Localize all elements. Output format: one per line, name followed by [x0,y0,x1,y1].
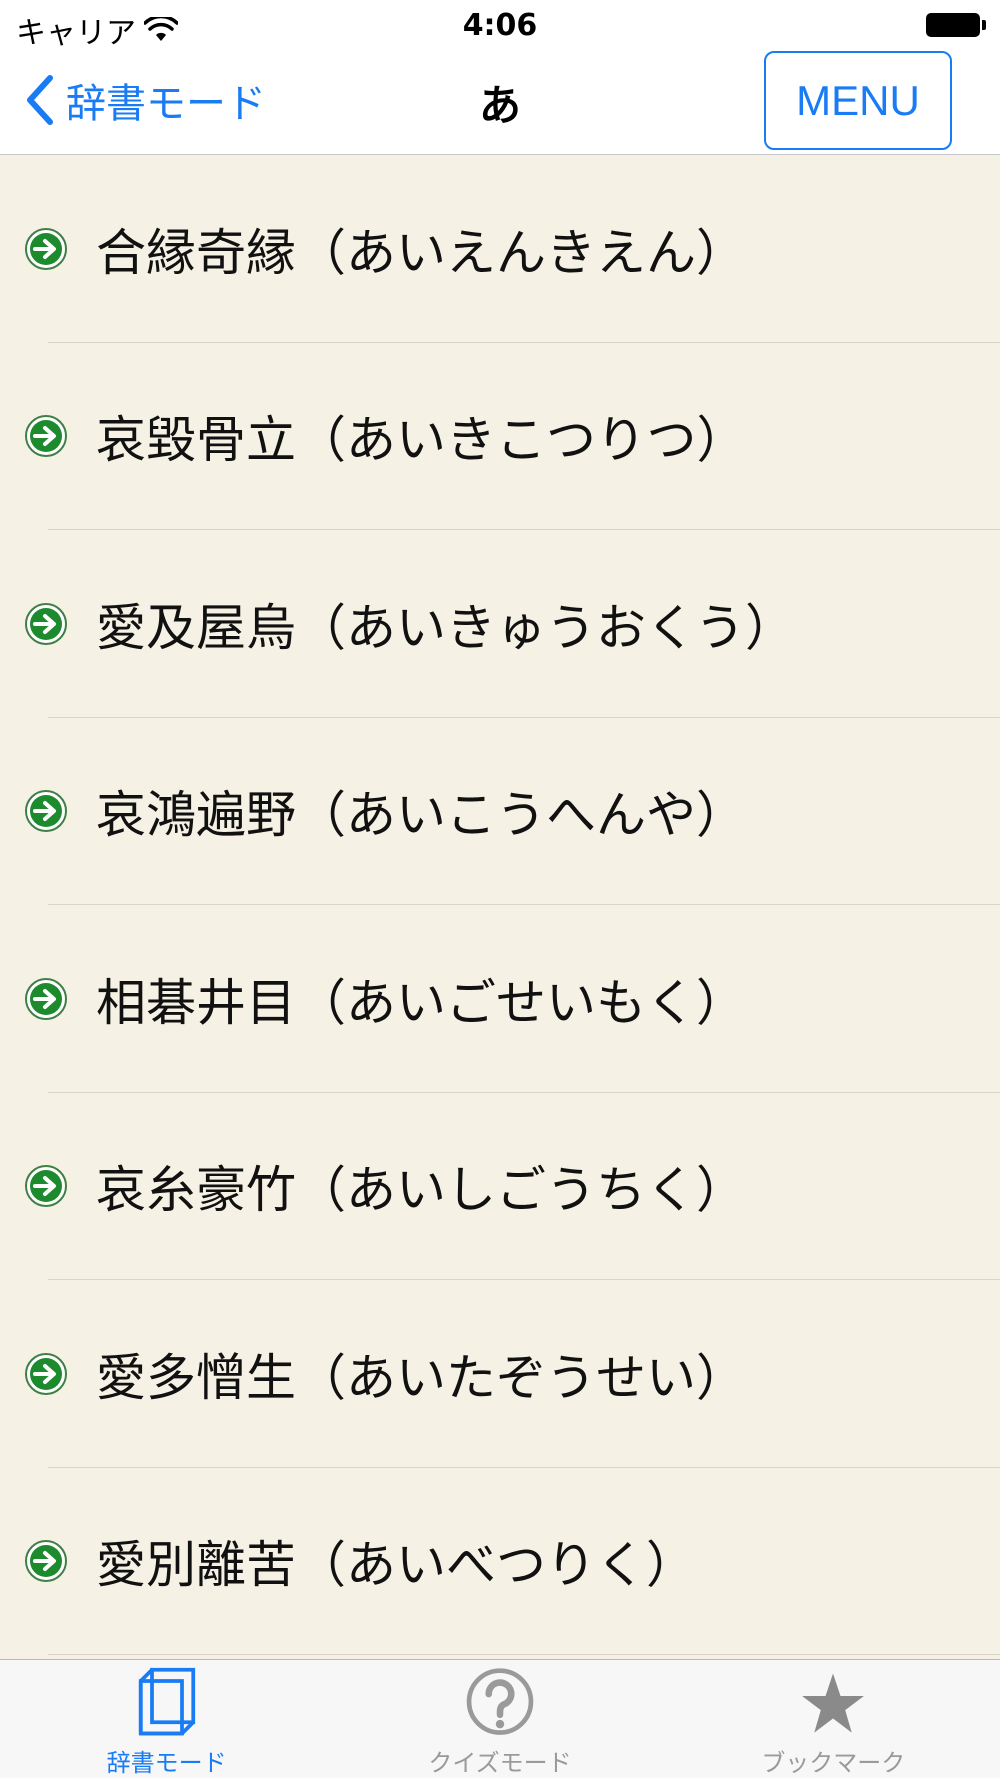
list-item-label: 相碁井目（あいごせいもく） [96,973,746,1032]
arrow-right-circle-icon [25,227,67,270]
status-time: 4:06 [462,8,538,43]
arrow-right-circle-icon [25,415,67,458]
battery-tip [982,20,986,30]
list-item-label: 愛多憎生（あいたぞうせい） [96,1348,746,1407]
list-item[interactable]: 哀鴻遍野（あいこうへんや） [0,718,1000,906]
battery-body [926,13,980,37]
list-item-label: 合縁奇縁（あいえんきえん） [96,223,746,282]
list-item[interactable]: 相碁井目（あいごせいもく） [0,905,1000,1093]
list-item[interactable]: 合縁奇縁（あいえんきえん） [0,155,1000,343]
arrow-right-circle-icon [25,1165,67,1208]
app-screen: キャリア 4:06 辞書モード あ MENU 合縁奇縁（あいえんきえん） 哀毀骨… [0,0,1000,1778]
arrow-right-circle-icon [25,1352,67,1395]
list-item[interactable]: 愛別離苦（あいべつりく） [0,1468,1000,1656]
list-item[interactable]: 哀糸豪竹（あいしごうちく） [0,1093,1000,1281]
tab-quiz[interactable]: クイズモード [333,1660,666,1778]
list-item[interactable]: 愛多憎生（あいたぞうせい） [0,1280,1000,1468]
status-bar: キャリア 4:06 [0,0,1000,51]
list-item-label: 愛及屋烏（あいきゅうおくう） [96,598,795,657]
arrow-right-circle-icon [25,977,67,1020]
word-list[interactable]: 合縁奇縁（あいえんきえん） 哀毀骨立（あいきこつりつ） 愛及屋烏（あいきゅうおく… [0,155,1000,1659]
tab-dictionary-label: 辞書モード [106,1749,227,1777]
tab-quiz-label: クイズモード [428,1749,572,1777]
menu-button[interactable]: MENU [764,51,952,150]
arrow-right-circle-icon [25,790,67,833]
question-icon [466,1668,534,1735]
book-icon [138,1667,195,1736]
list-item-label: 哀糸豪竹（あいしごうちく） [96,1161,746,1220]
tab-bookmark[interactable]: ブックマーク [667,1660,1000,1778]
navigation-bar: 辞書モード あ MENU [0,50,1000,155]
list-item-label: 哀毀骨立（あいきこつりつ） [96,411,747,470]
list-item[interactable]: 愛及屋烏（あいきゅうおくう） [0,530,1000,718]
tab-bookmark-label: ブックマーク [761,1749,906,1777]
tab-dictionary[interactable]: 辞書モード [0,1660,333,1778]
star-icon [802,1673,865,1733]
arrow-right-circle-icon [25,1540,67,1583]
battery-icon [926,12,986,38]
list-item-label: 哀鴻遍野（あいこうへんや） [96,786,746,845]
arrow-right-circle-icon [25,602,67,645]
list-item-label: 愛別離苦（あいべつりく） [96,1536,696,1595]
list-item[interactable]: 哀毀骨立（あいきこつりつ） [0,343,1000,531]
tab-bar: 辞書モード クイズモード ブックマーク [0,1659,1000,1778]
